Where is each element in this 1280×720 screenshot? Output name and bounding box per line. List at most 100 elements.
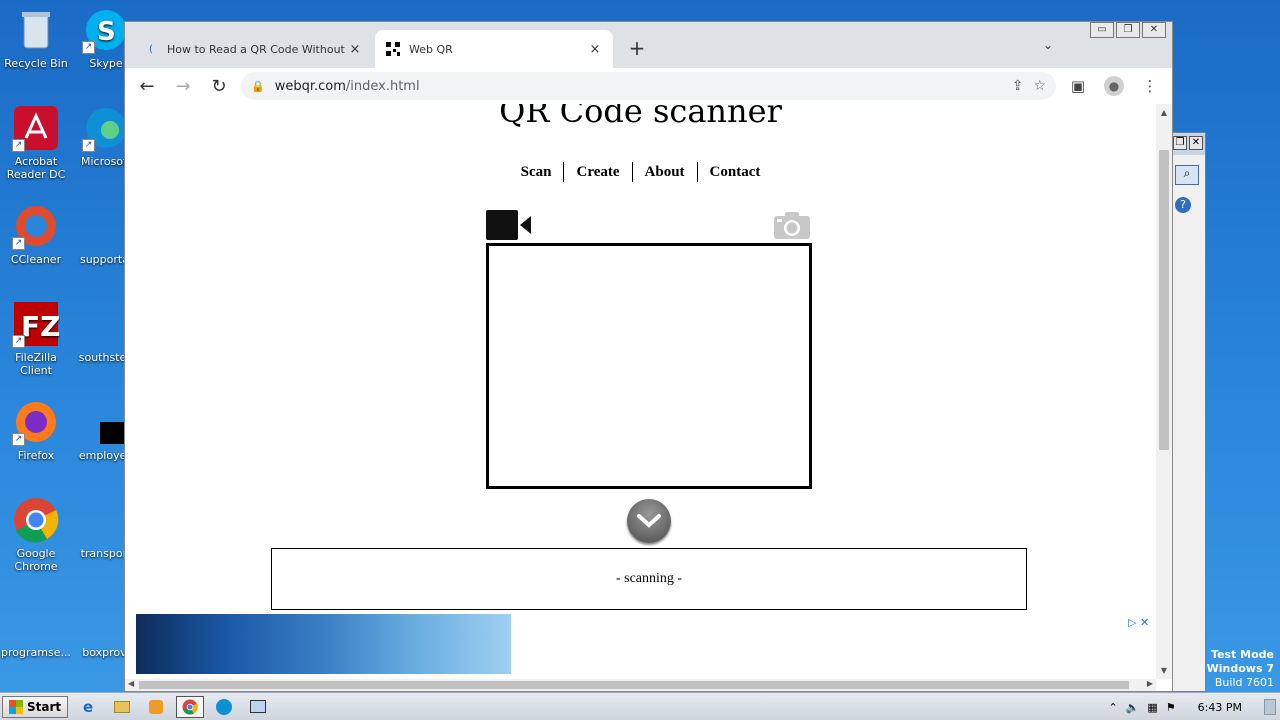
- ad-choices-icon[interactable]: ▷ ✕: [1128, 616, 1149, 629]
- scroll-up-icon[interactable]: ▲: [1156, 108, 1172, 117]
- taskbar-chrome[interactable]: [176, 695, 205, 718]
- reload-icon: ↻: [211, 75, 227, 97]
- volume-icon[interactable]: 🔈: [1126, 701, 1140, 714]
- horizontal-scrollbar[interactable]: ◀ ▶: [125, 679, 1156, 691]
- ccleaner-icon: ↗: [12, 202, 60, 250]
- window-controls: ▭ ❐ ✕: [1090, 22, 1166, 38]
- restore-button[interactable]: ❐: [1116, 22, 1140, 38]
- firefox-icon: ↗: [12, 398, 60, 446]
- close-tab-icon[interactable]: ×: [587, 42, 603, 57]
- reload-button[interactable]: ↻: [205, 72, 233, 100]
- profile-button[interactable]: ●: [1100, 72, 1128, 100]
- bookmark-star-icon[interactable]: ☆: [1033, 78, 1046, 94]
- filezilla-icon: FZ ↗: [12, 300, 60, 348]
- qr-favicon-icon: [385, 41, 401, 57]
- taskbar-ie[interactable]: e: [74, 696, 102, 718]
- address-bar[interactable]: 🔒 webqr.com/index.html ⇪ ☆: [241, 72, 1056, 100]
- avatar-icon: ●: [1104, 76, 1124, 96]
- taskbar-explorer[interactable]: [108, 696, 136, 718]
- tab-web-qr[interactable]: Web QR ×: [375, 30, 613, 68]
- menu-scan[interactable]: Scan: [509, 162, 565, 182]
- search-icon[interactable]: ⌕: [1175, 165, 1199, 185]
- show-desktop-icon[interactable]: [1264, 699, 1276, 715]
- chrome-icon: [12, 496, 60, 544]
- scroll-left-icon[interactable]: ◀: [128, 679, 134, 688]
- menu-create[interactable]: Create: [564, 162, 633, 182]
- chevron-down-button[interactable]: [627, 499, 671, 543]
- blank-file-icon: [82, 496, 130, 544]
- loading-favicon-icon: (: [149, 43, 153, 55]
- browser-toolbar: ← → ↻ 🔒 webqr.com/index.html ⇪ ☆ ▣ ● ⋮: [125, 68, 1172, 104]
- desktop-icon-acrobat[interactable]: ↗ Acrobat Reader DC: [0, 104, 72, 181]
- start-button[interactable]: Start: [2, 695, 69, 718]
- desktop-icon-filezilla[interactable]: FZ ↗ FileZilla Client: [0, 300, 72, 377]
- close-tab-icon[interactable]: ×: [347, 42, 363, 57]
- skype-icon: S ↗: [82, 6, 130, 54]
- taskbar-window[interactable]: [244, 696, 272, 718]
- background-window-titlebar: ❐ ✕: [1171, 133, 1205, 155]
- minimize-button[interactable]: ▭: [1090, 22, 1114, 38]
- chrome-icon: [182, 699, 198, 714]
- recycle-bin-icon: [12, 6, 60, 54]
- internet-explorer-icon: e: [83, 697, 94, 716]
- site-menu: Scan Create About Contact: [125, 162, 1156, 182]
- arrow-right-icon: →: [175, 75, 191, 97]
- desktop-icon-recycle-bin[interactable]: Recycle Bin: [0, 6, 72, 70]
- menu-about[interactable]: About: [633, 162, 698, 182]
- window-icon: [250, 700, 267, 713]
- horizontal-scroll-thumb[interactable]: [139, 681, 1129, 689]
- side-panel-icon: ▣: [1070, 77, 1086, 95]
- scroll-down-icon[interactable]: ▼: [1156, 666, 1172, 675]
- close-icon[interactable]: ✕: [1189, 136, 1203, 150]
- page-viewport[interactable]: QR Code scanner Scan Create About Contac…: [125, 104, 1172, 691]
- help-icon[interactable]: ?: [1175, 197, 1191, 213]
- forward-button[interactable]: →: [169, 72, 197, 100]
- desktop-icon-chrome[interactable]: Google Chrome: [0, 496, 72, 573]
- scanner-canvas[interactable]: [486, 243, 812, 489]
- taskbar-edge[interactable]: [210, 696, 238, 718]
- clock[interactable]: 6:43 PM: [1198, 701, 1242, 714]
- restore-icon[interactable]: ❐: [1173, 136, 1187, 150]
- close-window-button[interactable]: ✕: [1142, 22, 1166, 38]
- menu-button[interactable]: ⋮: [1136, 72, 1164, 100]
- vertical-scroll-thumb[interactable]: [1159, 150, 1169, 450]
- video-camera-icon[interactable]: [486, 209, 532, 244]
- blank-file-icon: [82, 300, 130, 348]
- advertisement-banner[interactable]: [136, 614, 511, 674]
- network-icon[interactable]: ▦: [1147, 701, 1157, 714]
- page-title: QR Code scanner: [499, 104, 782, 130]
- share-icon[interactable]: ⇪: [1012, 78, 1024, 94]
- kebab-menu-icon: ⋮: [1142, 77, 1158, 95]
- windows-logo-icon: [9, 699, 23, 714]
- system-tray: ⌃ 🔈 ▦ ⚑ 6:43 PM: [1108, 693, 1276, 720]
- back-button[interactable]: ←: [133, 72, 161, 100]
- lock-icon: 🔒: [251, 79, 265, 93]
- scroll-right-icon[interactable]: ▶: [1147, 679, 1153, 688]
- desktop-icon-firefox[interactable]: ↗ Firefox: [0, 398, 72, 462]
- scan-result-box: - scanning -: [271, 548, 1027, 610]
- action-center-flag-icon[interactable]: ⚑: [1166, 701, 1176, 714]
- desktop-icon-programse[interactable]: programse...: [0, 620, 72, 659]
- tab-strip: ( How to Read a QR Code Without a C × We…: [125, 22, 1172, 68]
- folder-icon: [114, 700, 131, 713]
- taskbar: Start e ⌃ 🔈 ▦ ⚑ 6:43 PM: [0, 692, 1280, 720]
- background-window[interactable]: ❐ ✕ ⌕ ?: [1170, 132, 1206, 692]
- menu-contact[interactable]: Contact: [698, 162, 773, 182]
- scan-result-text: - scanning -: [615, 571, 683, 586]
- chevron-down-icon: [637, 514, 661, 528]
- vertical-scrollbar[interactable]: ▲ ▼: [1156, 104, 1172, 679]
- blank-file-icon: [82, 202, 130, 250]
- desktop-icon-ccleaner[interactable]: ↗ CCleaner: [0, 202, 72, 266]
- svg-text:S: S: [97, 17, 116, 47]
- new-tab-button[interactable]: +: [625, 36, 649, 60]
- taskbar-media-player[interactable]: [142, 696, 170, 718]
- acrobat-icon: ↗: [12, 104, 60, 152]
- side-panel-button[interactable]: ▣: [1064, 72, 1092, 100]
- tab-search-button[interactable]: ⌄: [1043, 38, 1053, 52]
- test-mode-label: Test Mode Windows 7 Build 7601: [1206, 648, 1274, 689]
- photo-camera-icon[interactable]: [773, 210, 811, 243]
- chrome-window[interactable]: ( How to Read a QR Code Without a C × We…: [124, 21, 1173, 692]
- url-text[interactable]: webqr.com/index.html: [275, 79, 1002, 94]
- tab-qr-article[interactable]: ( How to Read a QR Code Without a C ×: [133, 30, 373, 68]
- tray-expand-icon[interactable]: ⌃: [1108, 701, 1117, 714]
